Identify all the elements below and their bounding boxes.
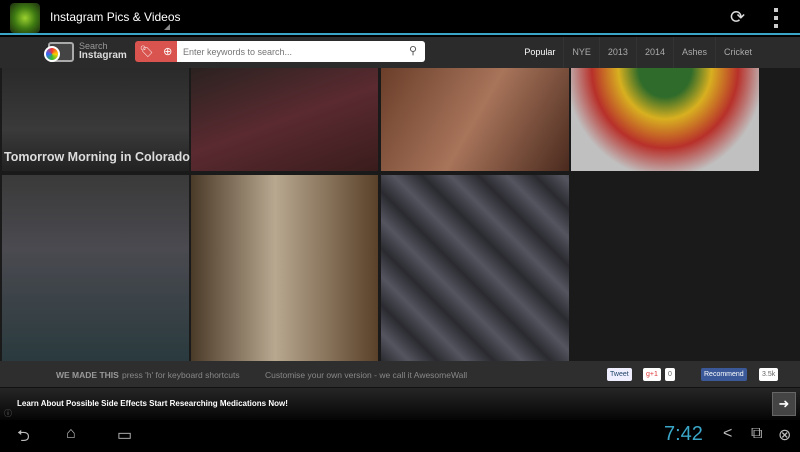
location-target-icon[interactable]: ⊕ [163, 45, 172, 58]
back-icon[interactable]: ⮌ [17, 425, 30, 452]
gplus-count: 0 [665, 368, 675, 381]
photo-caption: Tomorrow Morning in Colorado [4, 150, 190, 164]
window-resize-icon[interactable]: ⧉ [751, 425, 762, 443]
photo-tile[interactable] [191, 175, 378, 361]
search-instagram-logo-icon [44, 42, 74, 62]
tab-2013[interactable]: 2013 [598, 37, 636, 68]
tag-icon[interactable]: 🏷 [140, 45, 154, 58]
tweet-button[interactable]: Tweet [607, 368, 632, 381]
brand-line2: Instagram [79, 50, 127, 61]
home-icon[interactable]: ⌂ [66, 425, 76, 443]
footer-bar: WE MADE THIS press 'h' for keyboard shor… [0, 361, 800, 388]
tab-nye[interactable]: NYE [563, 37, 599, 68]
photo-grid: Tomorrow Morning in Colorado [0, 68, 800, 361]
photo-tile[interactable]: Tomorrow Morning in Colorado [2, 68, 190, 171]
refresh-icon[interactable]: ⟳ [730, 7, 745, 28]
gplus-button[interactable]: g+1 [643, 368, 661, 381]
tweet-label: Tweet [610, 371, 629, 378]
dropdown-indicator-icon [164, 24, 170, 30]
customise-link[interactable]: Customise your own version - we call it … [265, 370, 467, 380]
tab-2014[interactable]: 2014 [635, 37, 673, 68]
clock: 7:42 [664, 423, 703, 445]
photo-tile[interactable] [191, 68, 378, 171]
ad-banner[interactable]: Learn About Possible Side Effects Start … [0, 388, 800, 420]
photo-tile[interactable] [381, 175, 569, 361]
search-toolbar: SearchInstagram 🏷 ⊕ ⚲ Popular NYE 2013 2… [0, 37, 800, 68]
share-icon[interactable]: < [723, 425, 732, 443]
photo-tile[interactable] [381, 68, 569, 171]
app-icon[interactable] [10, 3, 40, 33]
close-icon[interactable]: ⊗ [778, 425, 791, 445]
action-bar: Instagram Pics & Videos ⟳ [0, 0, 800, 35]
ad-arrow-icon[interactable]: ➜ [772, 392, 796, 416]
category-tabs: Popular NYE 2013 2014 Ashes Cricket [516, 37, 760, 68]
photo-tile[interactable] [2, 175, 189, 361]
search-instagram-brand: Search Instagram [79, 41, 127, 61]
app-title[interactable]: Instagram Pics & Videos [50, 10, 181, 24]
tab-cricket[interactable]: Cricket [714, 37, 760, 68]
tab-ashes[interactable]: Ashes [672, 37, 715, 68]
photo-tile[interactable] [571, 68, 759, 171]
gplus-label: g+1 [646, 371, 658, 378]
ad-info-icon[interactable]: ⓘ [4, 408, 12, 419]
recommend-count: 3.5k [759, 368, 779, 381]
recommend-label: Recommend [704, 371, 744, 378]
keyboard-shortcuts-hint: press 'h' for keyboard shortcuts [122, 370, 240, 380]
overflow-menu-icon[interactable] [774, 8, 779, 28]
tab-popular[interactable]: Popular [516, 37, 563, 68]
we-made-this-link[interactable]: WE MADE THIS [56, 370, 119, 380]
recent-apps-icon[interactable]: ▭ [117, 425, 132, 445]
search-icon[interactable]: ⚲ [409, 44, 417, 57]
search-input[interactable] [177, 41, 425, 62]
system-navigation-bar: ⮌ ⌂ ▭ 7:42 < ⧉ ⊗ [0, 420, 800, 450]
search-mode-buttons: 🏷 ⊕ [135, 41, 177, 62]
facebook-recommend-button[interactable]: Recommend [701, 368, 747, 381]
ad-text[interactable]: Learn About Possible Side Effects Start … [17, 399, 288, 408]
